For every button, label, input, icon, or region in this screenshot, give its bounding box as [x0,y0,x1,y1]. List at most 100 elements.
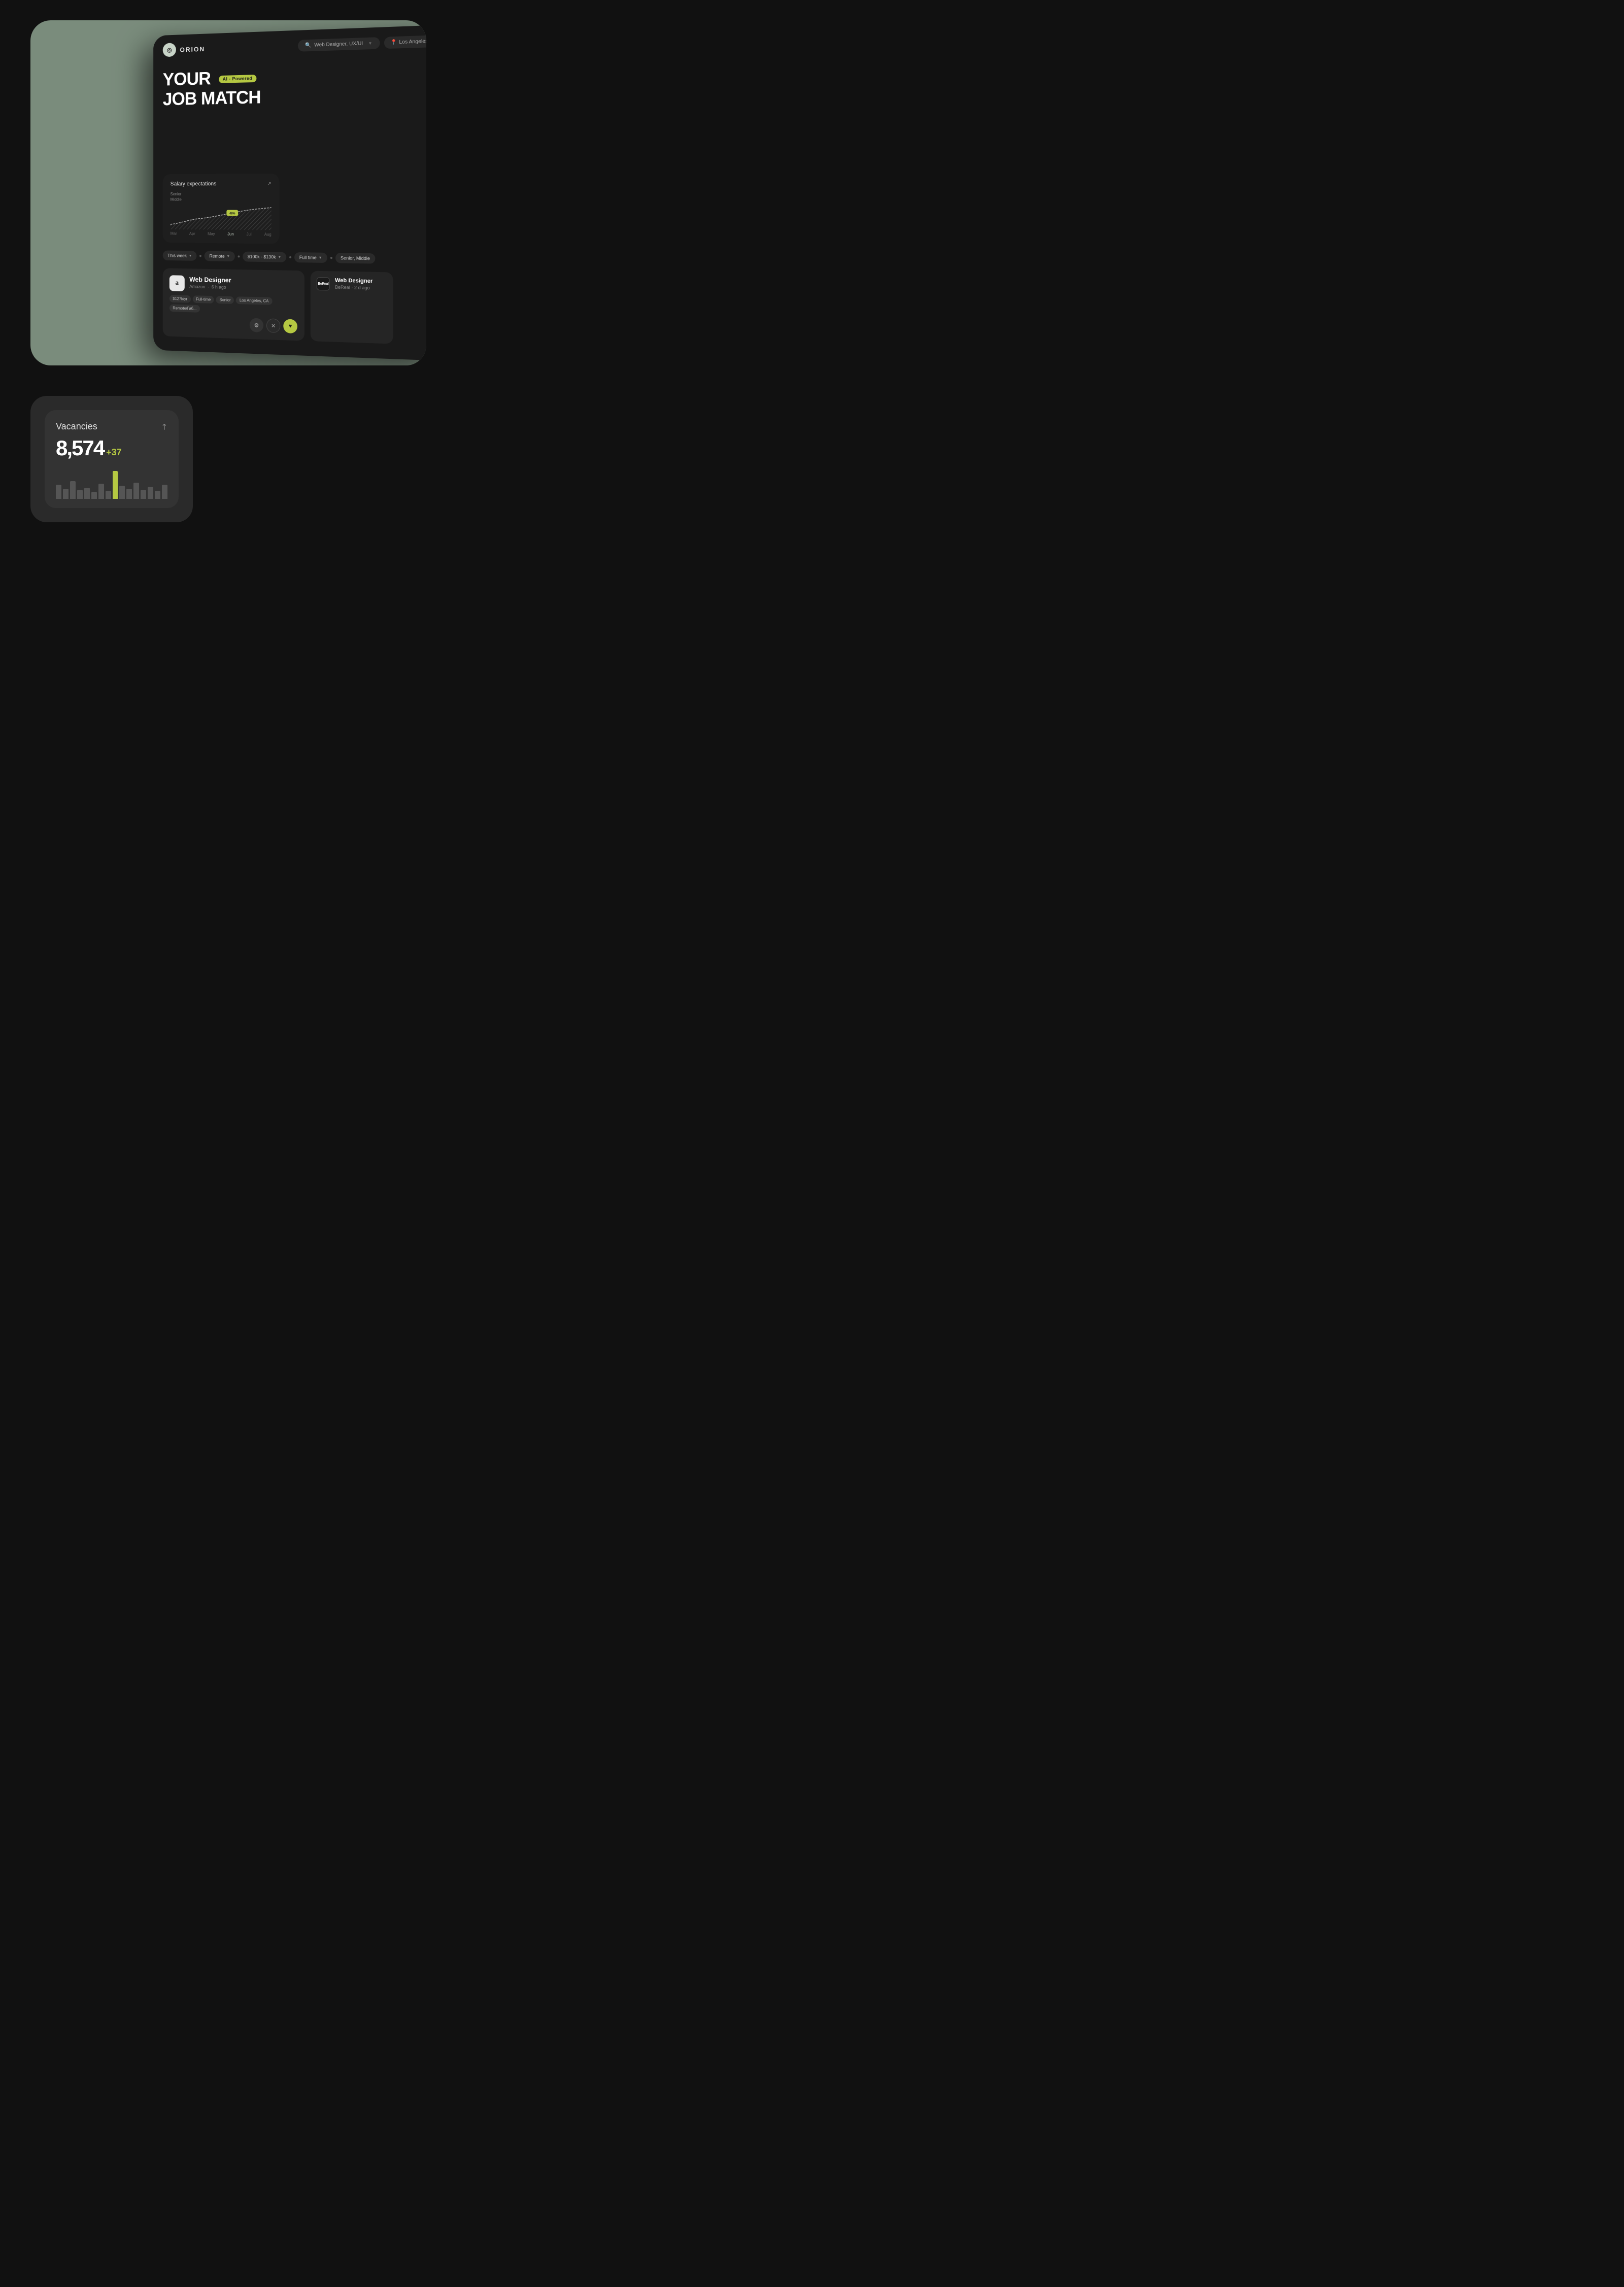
search-input[interactable]: 🔍 Web Designer, UX/UI ▼ [298,37,380,52]
filter-salary[interactable]: $100k - $130k ▼ [243,252,286,262]
filter-fulltime[interactable]: Full time ▼ [294,252,327,263]
bar-1 [63,489,69,499]
month-jun: Jun [227,232,233,237]
bar-2 [70,481,76,499]
widget-inner: Vacancies ↗ 8,574 +37 [45,410,179,508]
filter-seniority-label: Senior, Middle [341,255,370,261]
location-chip[interactable]: 📍 Los Angeles [384,35,426,49]
filter-fulltime-chevron: ▼ [319,256,322,259]
hero-line1: YOUR [163,68,211,90]
app-logo-icon: ◎ [163,43,176,57]
hero-section: YOUR AI - Powered JOB MATCH [153,53,426,171]
job-card-amazon-header: a Web Designer Amazon · 6 h ago [170,275,297,294]
salary-card: Salary expectations ↗ Senior Middle [163,174,280,244]
hero-title: YOUR AI - Powered JOB MATCH [163,62,426,109]
job-card-bereal-header: BeReal Web Designer BeReal · 2 d ago [317,277,387,292]
month-jul: Jul [247,232,252,237]
tag-level: Senior [216,296,234,304]
filter-salary-chevron: ▼ [278,255,281,259]
filter-action-btn[interactable]: ⚙ [250,318,263,332]
bar-12 [141,490,146,499]
bar-5 [91,492,97,499]
bar-10 [126,489,132,499]
job-card-amazon[interactable]: a Web Designer Amazon · 6 h ago $127k/yr… [163,268,304,341]
location-pin-icon: 📍 [390,40,397,46]
bereal-logo-text: BeReal [318,282,328,285]
bar-0 [56,485,61,499]
tag-location: Los Angeles, CA [236,296,272,305]
search-bar-area: 🔍 Web Designer, UX/UI ▼ 📍 Los Angeles [298,35,426,52]
tablet-background: ◎ ORION 🔍 Web Designer, UX/UI ▼ 📍 Los An… [30,20,426,365]
filter-fulltime-label: Full time [299,255,317,260]
bereal-job-info: Web Designer BeReal · 2 d ago [335,278,387,291]
bar-4 [84,488,90,499]
tablet-device: ◎ ORION 🔍 Web Designer, UX/UI ▼ 📍 Los An… [153,25,426,361]
close-action-btn[interactable]: ✕ [266,318,280,333]
widget-header: Vacancies ↗ [56,421,167,432]
widget-title: Vacancies [56,421,97,432]
filter-separator-2 [238,255,240,257]
month-apr: Apr [189,231,195,236]
widget-wrapper: Vacancies ↗ 8,574 +37 [30,396,244,522]
filter-remote-label: Remote [209,254,224,259]
vacancies-bar-chart [56,468,167,499]
filter-this-week-chevron: ▼ [189,254,192,257]
job-card-actions: ⚙ ✕ ♥ [170,316,297,333]
widget-expand-icon[interactable]: ↗ [158,421,170,433]
filter-this-week-label: This week [167,253,187,258]
bereal-company: BeReal · 2 d ago [335,285,387,291]
month-aug: Aug [264,232,272,237]
salary-labels: Senior Middle [171,192,272,202]
bar-6 [98,484,104,499]
bereal-job-title: Web Designer [335,278,387,285]
location-text: Los Angeles [399,38,426,45]
filter-remote-chevron: ▼ [226,255,230,258]
app-name: ORION [180,45,205,53]
filter-seniority[interactable]: Senior, Middle [335,253,375,263]
senior-label: Senior [171,192,272,196]
filter-salary-label: $100k - $130k [248,254,276,260]
filter-separator-1 [199,255,201,257]
amazon-job-info: Web Designer Amazon · 6 h ago [189,276,297,291]
tag-type: Full-time [193,295,214,304]
amazon-company: Amazon · 6 h ago [189,284,297,292]
logo-area: ◎ ORION [163,42,205,57]
vacancies-widget: Vacancies ↗ 8,574 +37 [30,396,193,522]
month-mar: Mar [171,231,177,236]
filter-this-week[interactable]: This week ▼ [163,250,197,260]
filter-separator-3 [289,256,291,258]
bar-13 [148,487,153,499]
widget-count-area: 8,574 +37 [56,436,167,460]
vacancies-delta: +37 [106,447,122,458]
job-card-bereal[interactable]: BeReal Web Designer BeReal · 2 d ago [311,271,393,344]
salary-chart: 48% [171,205,272,230]
svg-text:48%: 48% [229,212,235,215]
bar-15 [162,485,167,499]
search-icon: 🔍 [305,42,311,48]
amazon-logo: a [170,275,185,291]
search-chevron: ▼ [368,41,372,45]
filter-remote[interactable]: Remote ▼ [205,251,235,262]
month-may: May [208,231,215,236]
vacancies-count: 8,574 [56,436,104,460]
salary-card-title: Salary expectations [171,181,217,187]
like-action-btn[interactable]: ♥ [283,319,297,333]
bereal-logo: BeReal [317,277,330,291]
bar-3 [77,490,83,499]
tag-salary: $127k/yr [170,295,191,303]
salary-months: Mar Apr May Jun Jul Aug [171,231,272,237]
search-value: Web Designer, UX/UI [314,41,363,48]
filter-separator-4 [330,257,332,259]
salary-expand-icon[interactable]: ↗ [267,181,271,187]
bar-14 [155,491,160,499]
middle-label: Middle [171,197,272,202]
salary-card-header: Salary expectations ↗ [171,181,272,187]
bar-9 [119,486,125,499]
bar-11 [133,483,139,499]
tag-remote: Remote/Гиб... [170,304,200,312]
ai-powered-badge: AI - Powered [219,75,256,84]
amazon-job-tags: $127k/yr Full-time Senior Los Angeles, C… [170,295,297,315]
bar-7 [106,491,111,499]
jobs-list: a Web Designer Amazon · 6 h ago $127k/yr… [153,264,426,350]
bar-8 [113,471,118,499]
